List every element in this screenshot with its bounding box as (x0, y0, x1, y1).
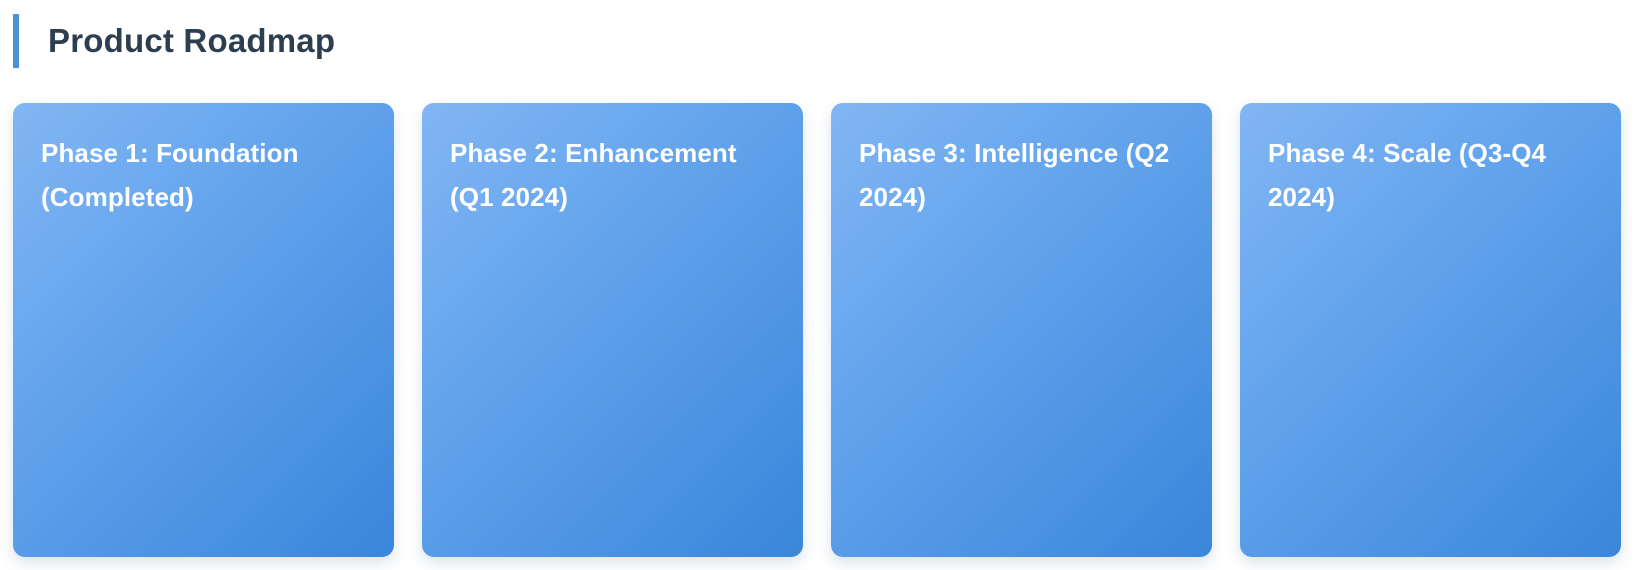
phase-card-4: Phase 4: Scale (Q3-Q4 2024) (1240, 103, 1621, 557)
phase-card-1: Phase 1: Foundation (Completed) (13, 103, 394, 557)
roadmap-phase-list: Phase 1: Foundation (Completed) Phase 2:… (13, 103, 1621, 557)
phase-card-2: Phase 2: Enhancement (Q1 2024) (422, 103, 803, 557)
page-header: Product Roadmap (13, 14, 335, 68)
phase-title: Phase 1: Foundation (Completed) (41, 138, 299, 212)
page-title: Product Roadmap (48, 22, 336, 59)
phase-title: Phase 4: Scale (Q3-Q4 2024) (1268, 138, 1547, 212)
phase-card-3: Phase 3: Intelligence (Q2 2024) (831, 103, 1212, 557)
phase-title: Phase 3: Intelligence (Q2 2024) (859, 138, 1170, 212)
phase-title: Phase 2: Enhancement (Q1 2024) (450, 138, 737, 212)
header-accent-bar (13, 14, 19, 68)
